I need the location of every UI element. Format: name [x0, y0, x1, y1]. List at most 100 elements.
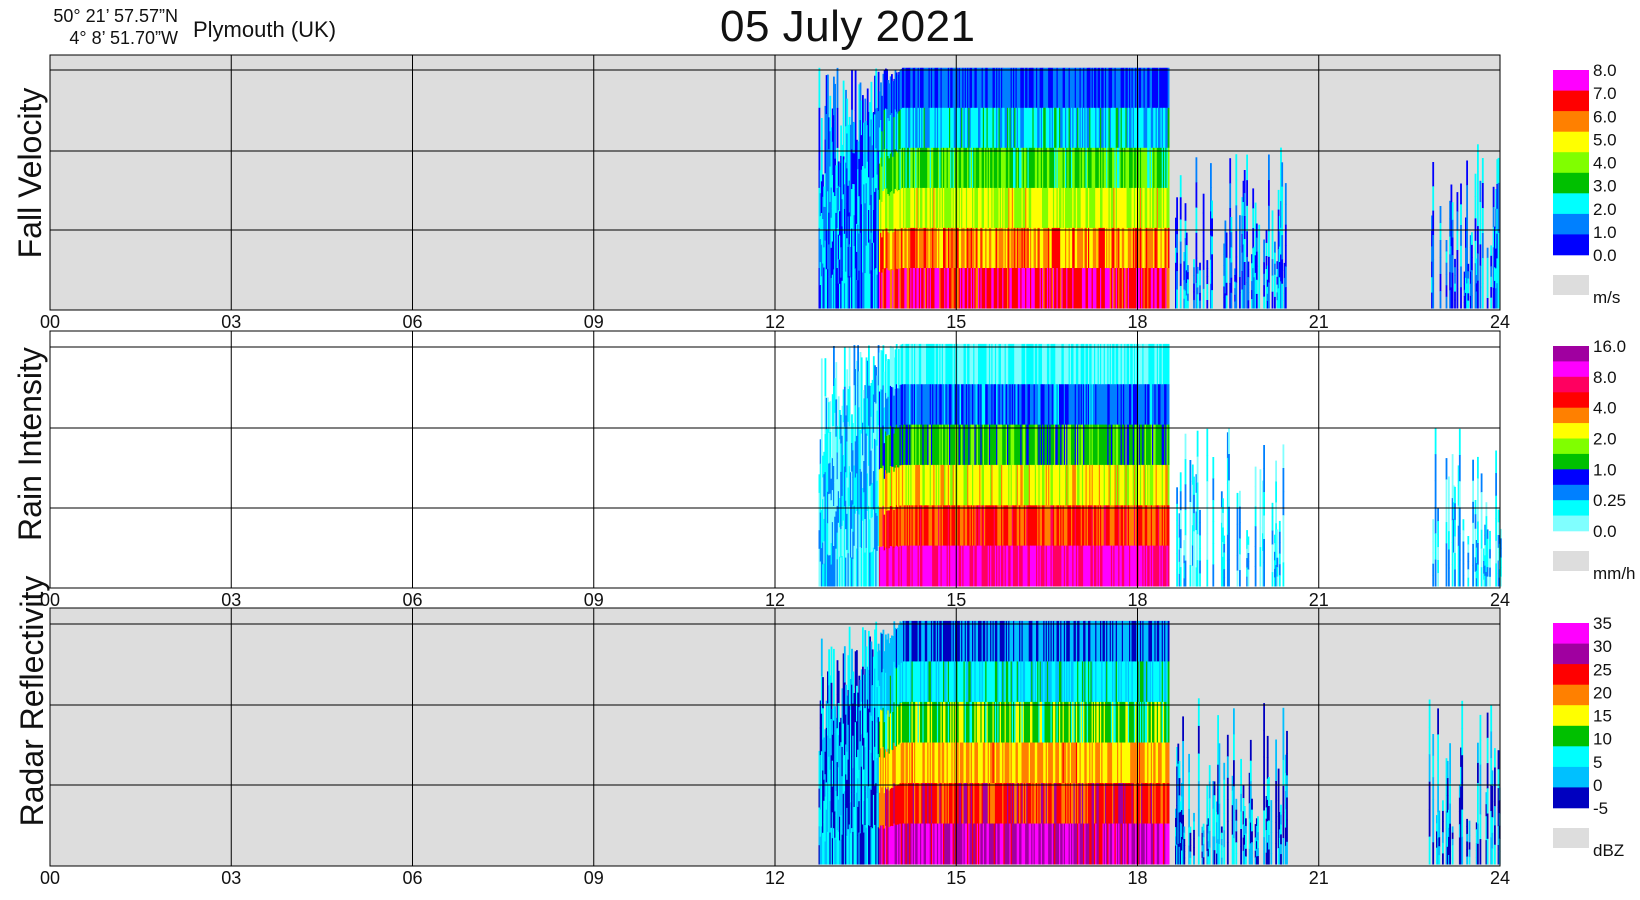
data-cell: [843, 646, 846, 683]
panel2-legend-label: 0.0: [1593, 522, 1617, 541]
data-cell: [1239, 246, 1241, 263]
data-cell: [1466, 185, 1468, 211]
chart-canvas: 00 03 06 09 12 15 18 21 248.07.06.05.04.03.02.01…: [40, 54, 1636, 888]
data-cell: [1479, 244, 1482, 267]
panel2-legend-swatch: [1553, 392, 1589, 408]
data-cell: [1206, 284, 1209, 293]
data-cell: [1481, 183, 1484, 209]
data-cell: [1474, 514, 1477, 530]
data-cell: [1236, 539, 1239, 556]
panel2-legend-swatch: [1553, 346, 1589, 362]
data-cell: [1432, 574, 1435, 587]
data-cell: [1486, 298, 1489, 309]
panel2-legend-label: 16.0: [1593, 337, 1626, 356]
data-cell: [1276, 576, 1279, 587]
data-cell: [1176, 234, 1178, 254]
data-cell: [1235, 179, 1238, 206]
data-cell: [1480, 548, 1483, 568]
data-cell: [1189, 544, 1192, 566]
data-cell: [1284, 245, 1287, 267]
data-cell: [1247, 536, 1250, 546]
data-cell: [1445, 240, 1448, 252]
data-cell: [1176, 569, 1178, 587]
data-cell: [1445, 285, 1448, 298]
data-cell: [1486, 567, 1489, 577]
data-cell: [1189, 565, 1192, 587]
data-cell: [1211, 218, 1213, 237]
data-cell: [1489, 530, 1491, 541]
data-cell: [1176, 553, 1178, 570]
panel2-legend-swatch: [1553, 423, 1589, 439]
data-cell: [1179, 263, 1182, 287]
data-cell: [1193, 549, 1195, 569]
data-cell: [1239, 538, 1241, 555]
data-cell: [1187, 300, 1189, 309]
data-cell: [1278, 531, 1281, 544]
data-cell: [1247, 561, 1250, 570]
data-cell: [818, 107, 821, 149]
data-cell: [820, 396, 823, 435]
data-cell: [1458, 533, 1461, 561]
data-cell: [1243, 170, 1246, 194]
data-cell: [1196, 280, 1199, 288]
data-cell: [1268, 231, 1270, 258]
data-cell: [1225, 270, 1228, 284]
data-cell: [1445, 500, 1448, 523]
data-cell: [1485, 502, 1488, 517]
data-cell: [1187, 286, 1189, 295]
data-cell: [1184, 459, 1187, 485]
data-cell: [1472, 564, 1474, 587]
data-cell: [1489, 576, 1491, 587]
data-cell: [1230, 262, 1233, 279]
data-cell: [1472, 501, 1474, 524]
data-cell: [1239, 522, 1241, 539]
data-cell: [1228, 427, 1230, 455]
data-cell: [1432, 235, 1435, 260]
data-cell: [824, 358, 827, 397]
data-cell: [1271, 544, 1274, 559]
data-cell: [1195, 157, 1198, 183]
data-cell: [1454, 267, 1456, 276]
data-cell: [1206, 455, 1209, 482]
data-cell: [1474, 196, 1477, 219]
data-cell: [1246, 205, 1248, 232]
data-cell: [830, 646, 833, 684]
data-cell: [1223, 577, 1226, 587]
data-cell: [1196, 482, 1199, 509]
data-cell: [1460, 266, 1462, 288]
data-cell: [1202, 269, 1205, 290]
panel1-xtick-15: 15: [946, 312, 966, 332]
data-cell: [1259, 488, 1262, 509]
data-cell: [1259, 527, 1262, 548]
data-cell: [1275, 481, 1277, 503]
data-cell: [1167, 227, 1170, 269]
data-cell: [834, 121, 836, 160]
panel1-legend-swatch: [1553, 90, 1589, 112]
data-cell: [1271, 275, 1274, 293]
data-cell: [1235, 231, 1238, 258]
data-cell: [1254, 506, 1257, 527]
data-cell: [1176, 487, 1178, 505]
data-cell: [1271, 210, 1274, 228]
data-cell: [1480, 510, 1483, 531]
data-cell: [1454, 275, 1456, 284]
data-cell: [836, 67, 839, 109]
data-cell: [1274, 241, 1276, 254]
data-cell: [1179, 510, 1182, 530]
data-cell: [1458, 428, 1461, 456]
data-cell: [1472, 480, 1474, 503]
data-cell: [1247, 544, 1250, 554]
data-cell: [1225, 295, 1228, 309]
data-cell: [1206, 428, 1209, 456]
data-cell: [1434, 533, 1437, 561]
data-cell: [1495, 563, 1497, 587]
data-cell: [1206, 507, 1209, 535]
panel1-legend-swatch: [1553, 111, 1589, 132]
data-cell: [1187, 293, 1189, 302]
panel1-legend-label: 5.0: [1593, 130, 1617, 149]
data-cell: [1185, 232, 1188, 246]
data-cell: [1202, 212, 1205, 233]
data-cell: [1236, 508, 1239, 525]
data-cell: [1230, 277, 1233, 294]
data-cell: [1454, 283, 1456, 293]
